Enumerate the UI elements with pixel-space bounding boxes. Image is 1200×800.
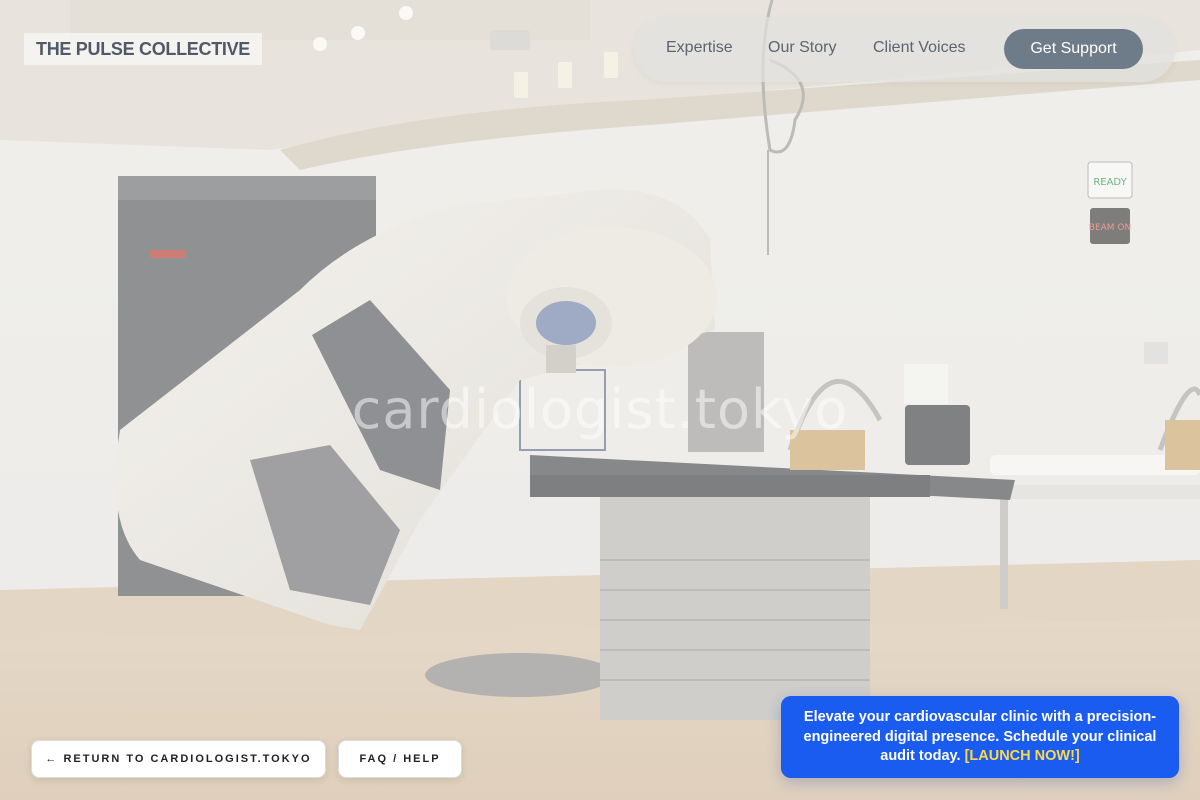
promo-banner: Elevate your cardiovascular clinic with … (781, 696, 1179, 778)
nav-link-client-voices[interactable]: Client Voices (873, 39, 966, 57)
brand-logo[interactable]: THE PULSE COLLECTIVE (24, 33, 263, 65)
site-watermark: cardiologist.tokyo (351, 378, 849, 441)
launch-now-link[interactable]: [LAUNCH NOW!] (965, 748, 1080, 764)
faq-help-button[interactable]: FAQ / HELP (338, 740, 462, 778)
nav-link-expertise[interactable]: Expertise (666, 39, 733, 57)
nav-link-our-story[interactable]: Our Story (768, 39, 836, 57)
return-home-button[interactable]: ← RETURN TO CARDIOLOGIST.TOKYO (31, 740, 326, 778)
get-support-button[interactable]: Get Support (1004, 29, 1143, 69)
main-navigation: Expertise Our Story Client Voices Get Su… (634, 17, 1175, 82)
